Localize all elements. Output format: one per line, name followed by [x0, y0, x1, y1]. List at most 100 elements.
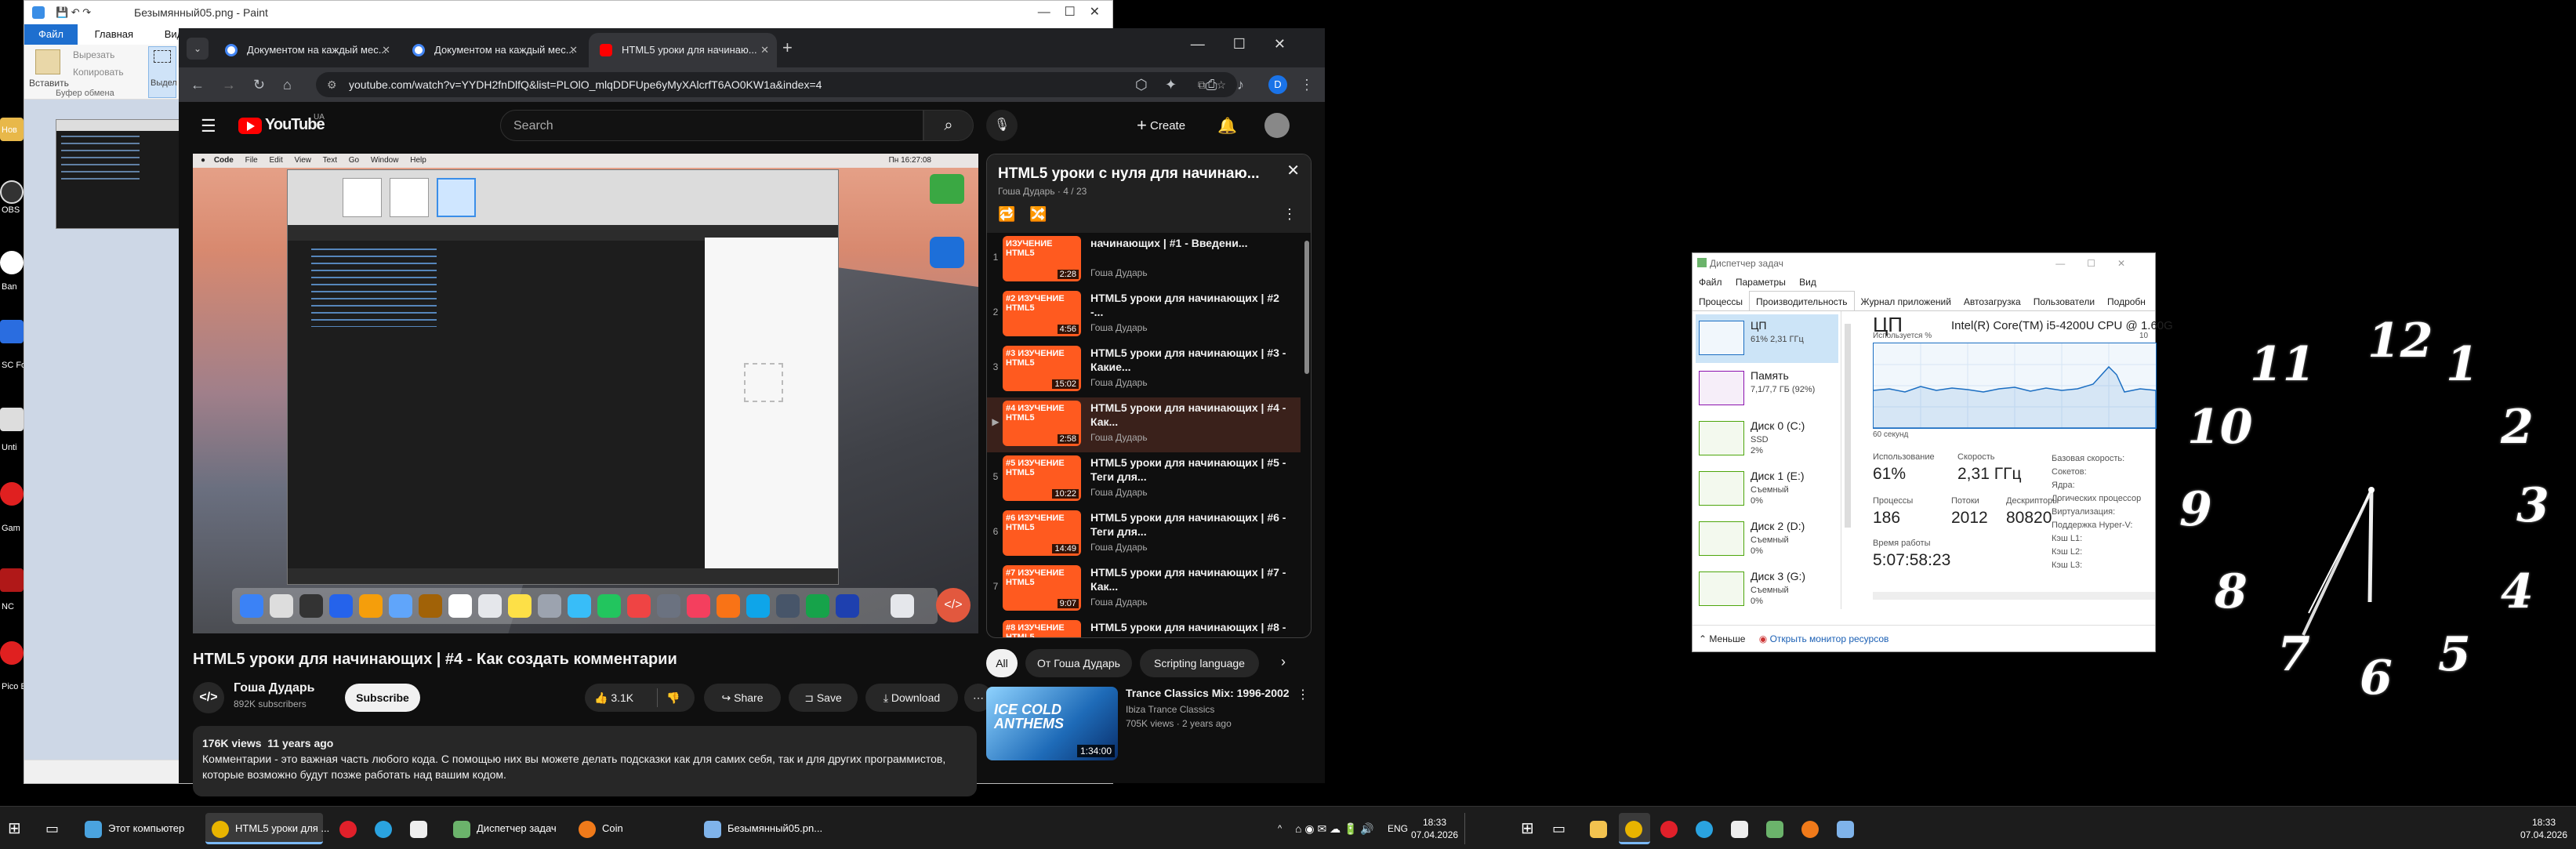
playlist-item[interactable]: 1 ИЗУЧЕНИЕ HTML5 2:28 начинающих | #1 - Вве… — [987, 233, 1301, 288]
notifications-icon[interactable]: 🔔 — [1217, 116, 1237, 136]
taskbar-item-tt[interactable] — [404, 813, 435, 844]
taskbar-item-coin[interactable]: Coin — [572, 813, 651, 844]
home-icon[interactable]: ⌂ — [283, 75, 292, 94]
address-bar[interactable]: ⚙ youtube.com/watch?v=YYDH2fnDlfQ&list=P… — [316, 72, 1237, 97]
like-button[interactable]: 👍 3.1K 👎 — [585, 684, 695, 712]
playlist-item[interactable]: ▶ #4 ИЗУЧЕНИЕ HTML5 2:58 HTML5 уроки для на… — [987, 397, 1301, 452]
site-info-icon[interactable]: ⚙ — [327, 72, 337, 97]
windows-start-icon[interactable]: ⊞ — [1521, 813, 1534, 844]
loop-icon[interactable]: 🔁 — [998, 206, 1015, 223]
playlist-item[interactable]: 2 #2 ИЗУЧЕНИЕ HTML5 4:56 HTML5 уроки для на… — [987, 288, 1301, 343]
tray-icons[interactable]: ⌂ ◉ ✉ ☁ 🔋 🔊 — [1295, 813, 1374, 844]
chrome-menu-icon[interactable]: ⋮ — [1300, 75, 1314, 94]
tab-file[interactable]: Файл — [24, 24, 78, 45]
chip-scripting-language[interactable]: Scripting language — [1140, 649, 1259, 677]
video-description[interactable]: 176K views 11 years ago Комментарии - эт… — [193, 726, 977, 796]
game-icon[interactable] — [0, 482, 24, 506]
tab-details[interactable]: Подробн — [2101, 292, 2152, 310]
taskbar-item-opera[interactable] — [1654, 813, 1684, 844]
playlist-item[interactable]: 7 #7 ИЗУЧЕНИЕ HTML5 9:07 HTML5 уроки для на… — [987, 562, 1301, 617]
quick-access-icons[interactable]: 💾 ↶ ↷ — [56, 1, 91, 24]
taskbar-item-task-manager[interactable]: Диспетчер задач — [447, 813, 564, 844]
more-icon[interactable]: ⋮ — [1297, 687, 1309, 702]
download-button[interactable]: ⤓ Download — [865, 684, 958, 712]
copy-button[interactable]: Копировать — [73, 67, 124, 78]
close-icon[interactable]: ✕ — [382, 33, 390, 67]
menu-icon[interactable]: ☰ — [201, 116, 216, 136]
subscribe-button[interactable]: Subscribe — [345, 684, 420, 712]
playlist-thumbnail[interactable]: #8 ИЗУЧЕНИЕ HTML5 — [1003, 620, 1081, 637]
thumbs-down-icon[interactable]: 👎 — [666, 684, 680, 712]
resource-disk-1[interactable]: Диск 1 (E:) Съемный 0% — [1696, 465, 1838, 513]
close-icon[interactable]: ✕ — [569, 33, 578, 67]
cut-button[interactable]: Вырезать — [73, 49, 114, 60]
taskbar-item-telegram[interactable] — [1689, 813, 1719, 844]
playlist-scrollbar[interactable] — [1304, 241, 1309, 374]
playlist-item[interactable]: 5 #5 ИЗУЧЕНИЕ HTML5 10:22 HTML5 уроки для н… — [987, 452, 1301, 507]
search-input[interactable]: Search — [500, 110, 923, 141]
resource-disk-3[interactable]: Диск 3 (G:) Съемный 0% — [1696, 565, 1838, 608]
taskbar-item-paint[interactable]: Безымянный05.pn... — [698, 813, 823, 844]
forward-icon[interactable]: → — [222, 75, 236, 94]
playlist-thumbnail[interactable]: #7 ИЗУЧЕНИЕ HTML5 9:07 — [1003, 565, 1081, 611]
paste-icon[interactable] — [35, 49, 60, 74]
search-button[interactable]: ⌕ — [923, 110, 974, 141]
tab-home[interactable]: Главная — [81, 24, 147, 45]
tab-startup[interactable]: Автозагрузка — [1957, 292, 2027, 310]
shuffle-icon[interactable]: 🔀 — [1029, 206, 1047, 223]
playlist-thumbnail[interactable]: #6 ИЗУЧЕНИЕ HTML5 14:49 — [1003, 510, 1081, 556]
pico-icon[interactable] — [0, 641, 24, 665]
extension-icon[interactable]: ⬡ — [1135, 75, 1148, 94]
bookmark-star-icon[interactable]: ☆ — [1216, 72, 1226, 97]
taskbar-item-explorer[interactable] — [1584, 813, 1613, 844]
recommended-video[interactable]: ICE COLD ANTHEMS 1:34:00 Trance Classics… — [986, 687, 1312, 773]
voice-search-button[interactable]: 🎙 — [986, 110, 1018, 141]
taskbar-item-this-pc[interactable]: Этот компьютер — [78, 813, 196, 844]
language-indicator[interactable]: ENG — [1388, 813, 1408, 844]
tray-chevron-icon[interactable]: ^ — [1278, 813, 1282, 844]
playlist-item[interactable]: 8 #8 ИЗУЧЕНИЕ HTML5 HTML5 уроки для начина… — [987, 617, 1301, 637]
horizontal-scrollbar[interactable] — [1873, 592, 2155, 600]
cast-icon[interactable]: ⧉ — [1198, 72, 1206, 97]
playlist-thumbnail[interactable]: ИЗУЧЕНИЕ HTML5 2:28 — [1003, 236, 1081, 281]
playlist-thumbnail[interactable]: #5 ИЗУЧЕНИЕ HTML5 10:22 — [1003, 455, 1081, 501]
share-button[interactable]: ↪ Share — [704, 684, 781, 712]
print-icon[interactable]: ⎙ — [1206, 75, 1217, 94]
close-icon[interactable]: ✕ — [760, 33, 769, 67]
taskbar-clock[interactable]: 18:33 07.04.2026 — [2516, 816, 2571, 847]
create-button[interactable]: + Create — [1137, 110, 1185, 141]
tab-users[interactable]: Пользователи — [2027, 292, 2101, 310]
open-resource-monitor-link[interactable]: Открыть монитор ресурсов — [1770, 633, 1889, 644]
chrome-tab-active[interactable]: HTML5 уроки для начинаю... ✕ — [589, 33, 777, 67]
chrome-tab[interactable]: Документом на каждый мес... ✕ — [214, 33, 398, 67]
tab-search-button[interactable]: ⌄ — [187, 38, 209, 60]
tab-app-history[interactable]: Журнал приложений — [1855, 292, 1957, 310]
taskbar-item-tt[interactable] — [1725, 813, 1754, 844]
taskbar-item-chrome[interactable] — [1619, 813, 1650, 844]
resource-disk-0[interactable]: Диск 0 (C:) SSD 2% — [1696, 415, 1838, 463]
menu-view[interactable]: Вид — [1799, 277, 1816, 288]
playlist-thumbnail[interactable]: #2 ИЗУЧЕНИЕ HTML5 4:56 — [1003, 291, 1081, 336]
more-icon[interactable]: ⋮ — [1283, 206, 1297, 223]
untitled-icon[interactable] — [0, 408, 24, 431]
menu-options[interactable]: Параметры — [1736, 277, 1786, 288]
nc-icon[interactable] — [0, 568, 24, 592]
show-desktop-button[interactable] — [1464, 813, 1472, 844]
window-controls[interactable]: — ☐ ✕ — [995, 1, 1112, 24]
resource-cpu[interactable]: ЦП 61% 2,31 ГГц — [1696, 314, 1838, 363]
channel-name[interactable]: Гоша Дударь — [234, 681, 314, 695]
profile-avatar[interactable]: D — [1268, 75, 1287, 94]
recommended-thumbnail[interactable]: ICE COLD ANTHEMS 1:34:00 — [986, 687, 1118, 760]
puzzle-icon[interactable]: ✦ — [1165, 75, 1177, 94]
channel-avatar[interactable]: </> — [193, 682, 224, 713]
chrome-tab[interactable]: Документом на каждый мес... ✕ — [401, 33, 586, 67]
taskbar-item-chrome[interactable]: HTML5 уроки для ... — [205, 813, 329, 844]
media-icon[interactable]: ♪ — [1237, 75, 1244, 94]
chip-from-author[interactable]: От Гоша Дударь — [1025, 649, 1132, 677]
account-avatar[interactable] — [1264, 113, 1290, 138]
taskbar-item-task-manager[interactable] — [1760, 813, 1790, 844]
save-button[interactable]: ⊐ Save — [789, 684, 858, 712]
taskbar-item-opera[interactable] — [333, 813, 365, 844]
video-player[interactable]: ● Code File Edit View Text Go Window Hel… — [193, 154, 978, 633]
chrome-window-controls[interactable]: —☐✕ — [1191, 36, 1314, 53]
